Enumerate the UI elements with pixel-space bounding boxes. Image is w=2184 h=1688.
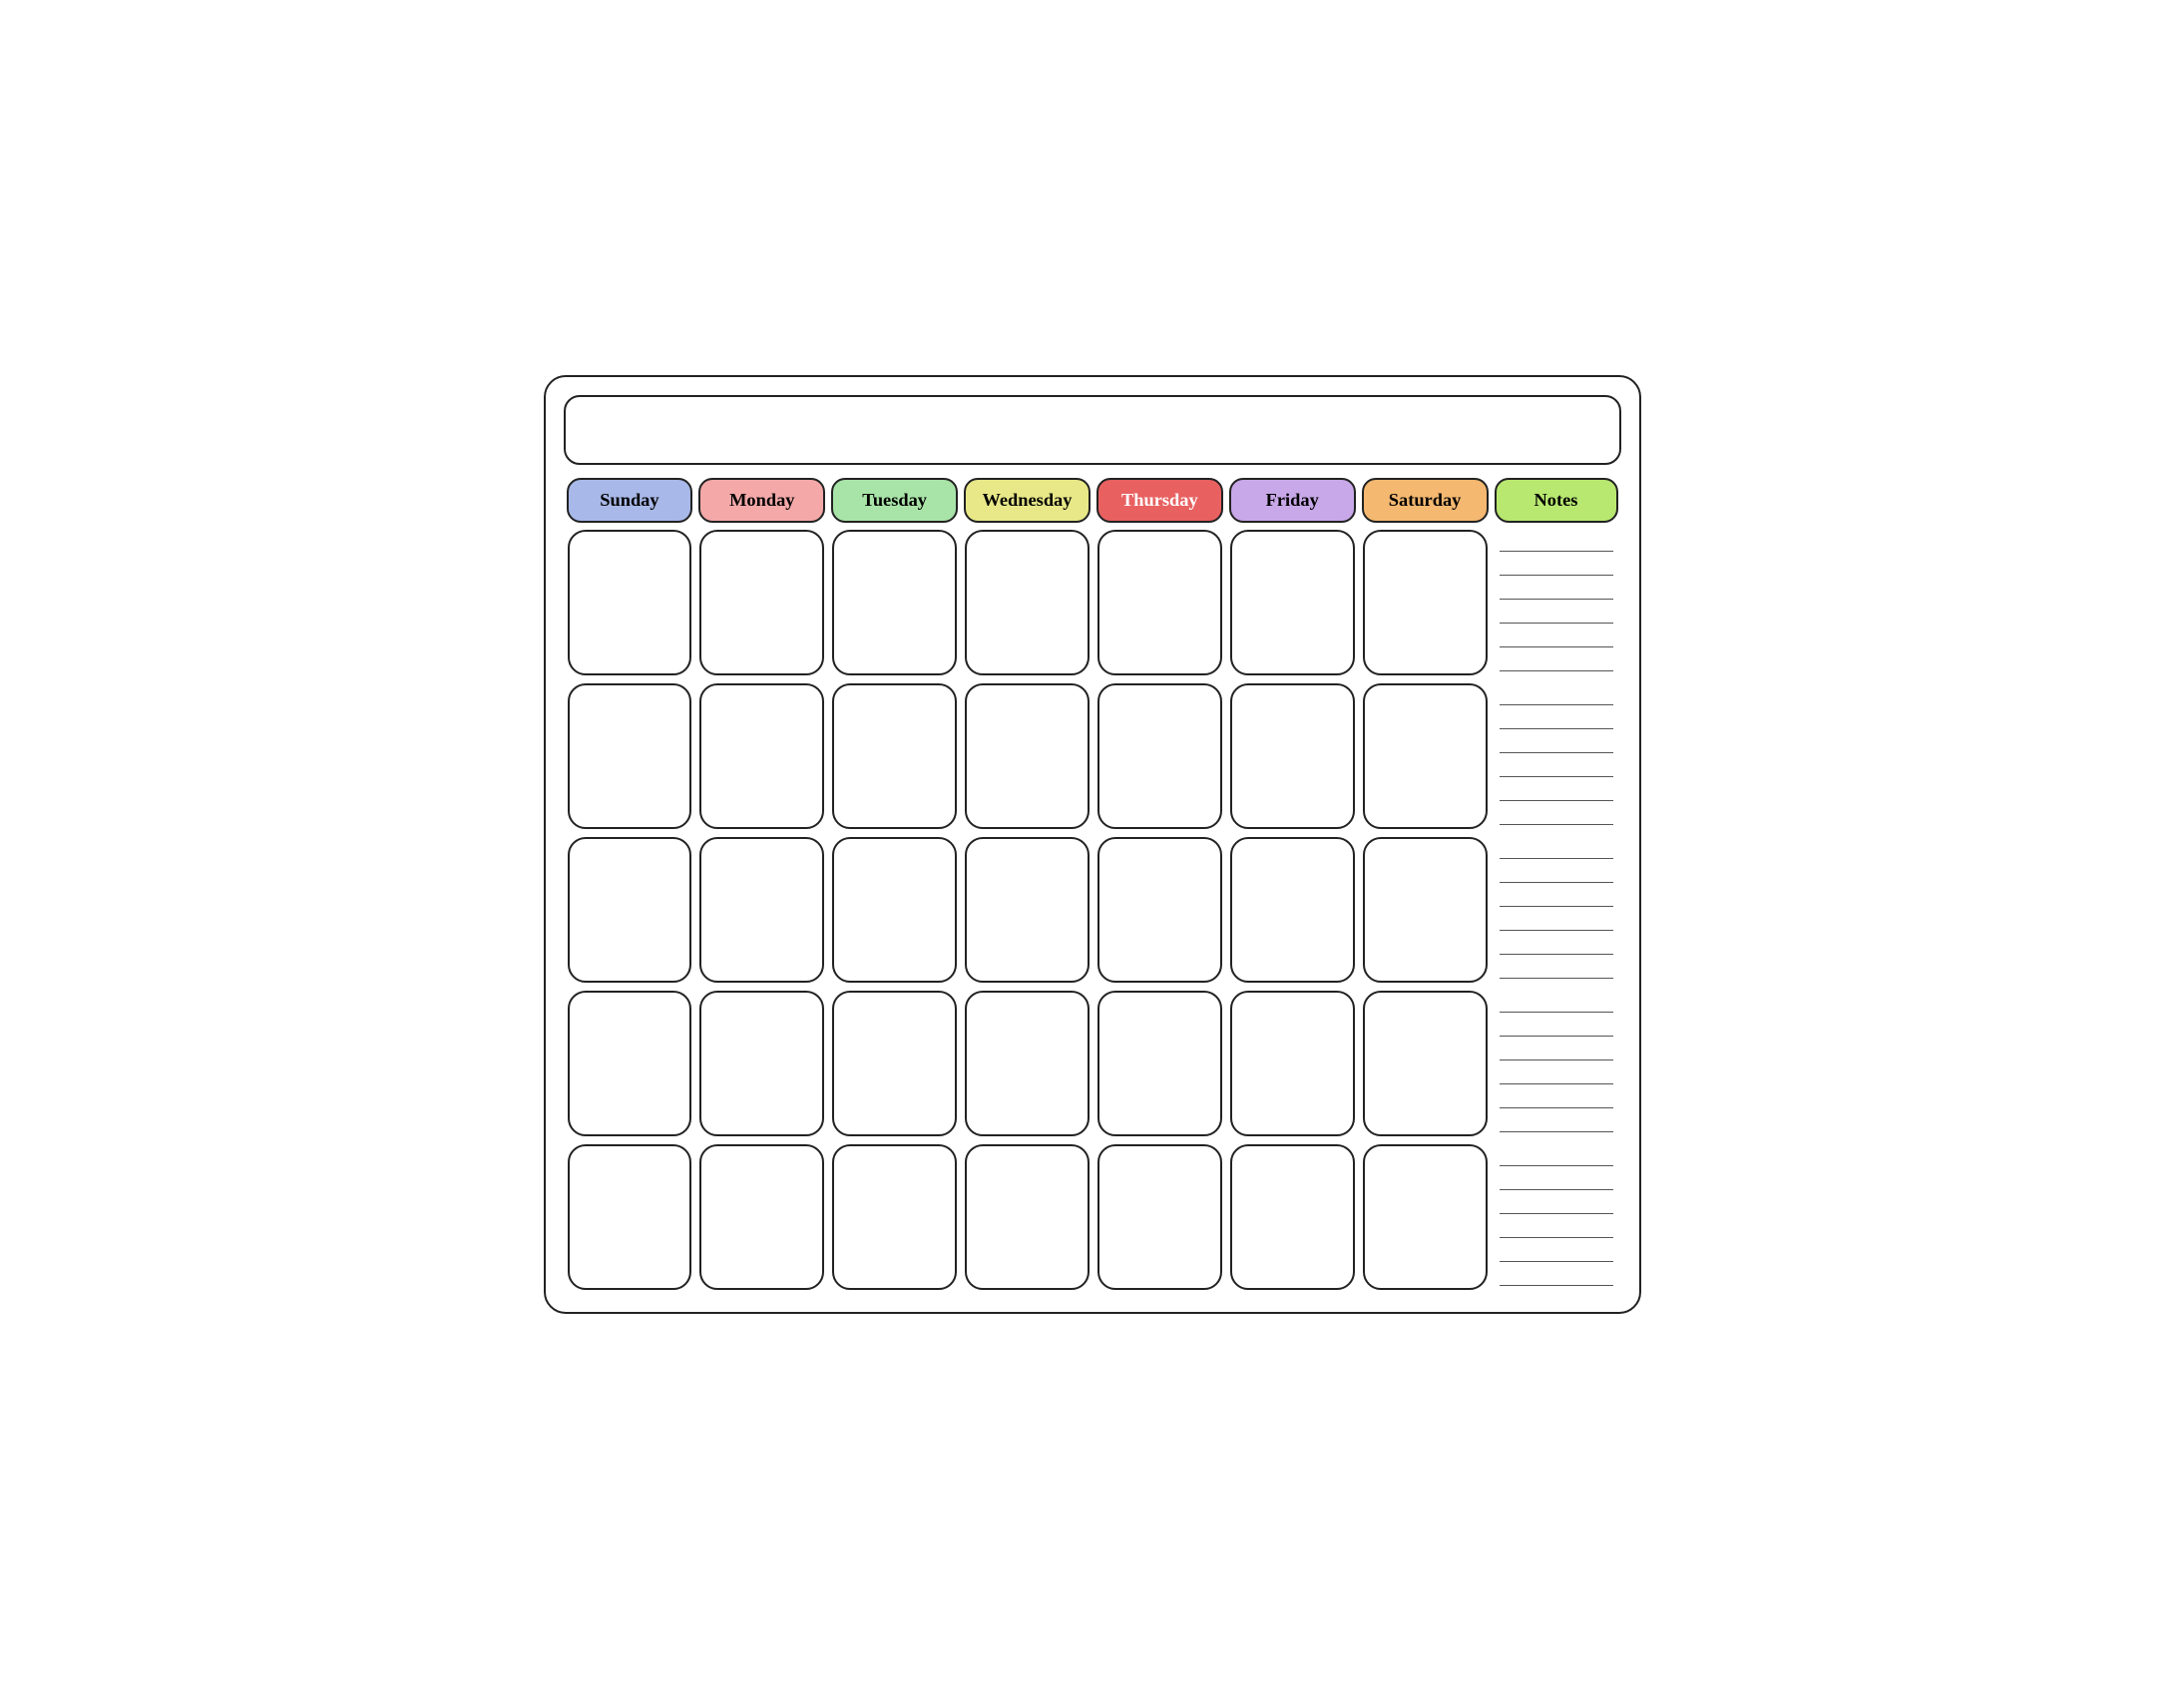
cell-row3-wed[interactable]: [965, 837, 1090, 983]
cell-row2-mon[interactable]: [699, 683, 824, 829]
notes-lines-r4[interactable]: [1492, 987, 1621, 1140]
cell-row3-fri[interactable]: [1230, 837, 1355, 983]
cell-row3-thu[interactable]: [1097, 837, 1222, 983]
cell-row4-thu[interactable]: [1097, 991, 1222, 1136]
notes-lines-r1[interactable]: [1492, 526, 1621, 679]
notes-lines-r2[interactable]: [1492, 679, 1621, 833]
header-notes: Notes: [1495, 478, 1618, 523]
cell-row3-mon[interactable]: [699, 837, 824, 983]
cell-row5-sat[interactable]: [1363, 1144, 1488, 1290]
cell-row4-sat[interactable]: [1363, 991, 1488, 1136]
cell-row3-sat[interactable]: [1363, 837, 1488, 983]
header-sunday: Sunday: [567, 478, 693, 523]
cell-row4-fri[interactable]: [1230, 991, 1355, 1136]
cell-row2-sun[interactable]: [568, 683, 692, 829]
cell-row1-sun[interactable]: [568, 530, 692, 675]
cell-row4-mon[interactable]: [699, 991, 824, 1136]
cell-row2-fri[interactable]: [1230, 683, 1355, 829]
calendar-grid: Sunday Monday Tuesday Wednesday Thursday…: [564, 475, 1621, 1294]
cell-row1-wed[interactable]: [965, 530, 1090, 675]
cell-row1-thu[interactable]: [1097, 530, 1222, 675]
cell-row2-wed[interactable]: [965, 683, 1090, 829]
title-bar[interactable]: [564, 395, 1621, 465]
cell-row1-fri[interactable]: [1230, 530, 1355, 675]
cell-row2-tue[interactable]: [832, 683, 957, 829]
header-saturday: Saturday: [1362, 478, 1489, 523]
notes-lines-r5[interactable]: [1492, 1140, 1621, 1294]
calendar-container: Sunday Monday Tuesday Wednesday Thursday…: [544, 375, 1641, 1314]
cell-row5-fri[interactable]: [1230, 1144, 1355, 1290]
header-monday: Monday: [698, 478, 825, 523]
header-friday: Friday: [1229, 478, 1356, 523]
cell-row3-tue[interactable]: [832, 837, 957, 983]
cell-row5-thu[interactable]: [1097, 1144, 1222, 1290]
cell-row3-sun[interactable]: [568, 837, 692, 983]
cell-row1-tue[interactable]: [832, 530, 957, 675]
notes-lines-r3[interactable]: [1492, 833, 1621, 987]
header-thursday: Thursday: [1096, 478, 1223, 523]
cell-row5-wed[interactable]: [965, 1144, 1090, 1290]
header-tuesday: Tuesday: [831, 478, 958, 523]
cell-row4-tue[interactable]: [832, 991, 957, 1136]
cell-row2-thu[interactable]: [1097, 683, 1222, 829]
cell-row5-tue[interactable]: [832, 1144, 957, 1290]
cell-row5-sun[interactable]: [568, 1144, 692, 1290]
cell-row4-wed[interactable]: [965, 991, 1090, 1136]
cell-row1-mon[interactable]: [699, 530, 824, 675]
cell-row2-sat[interactable]: [1363, 683, 1488, 829]
header-wednesday: Wednesday: [964, 478, 1091, 523]
cell-row5-mon[interactable]: [699, 1144, 824, 1290]
cell-row1-sat[interactable]: [1363, 530, 1488, 675]
cell-row4-sun[interactable]: [568, 991, 692, 1136]
